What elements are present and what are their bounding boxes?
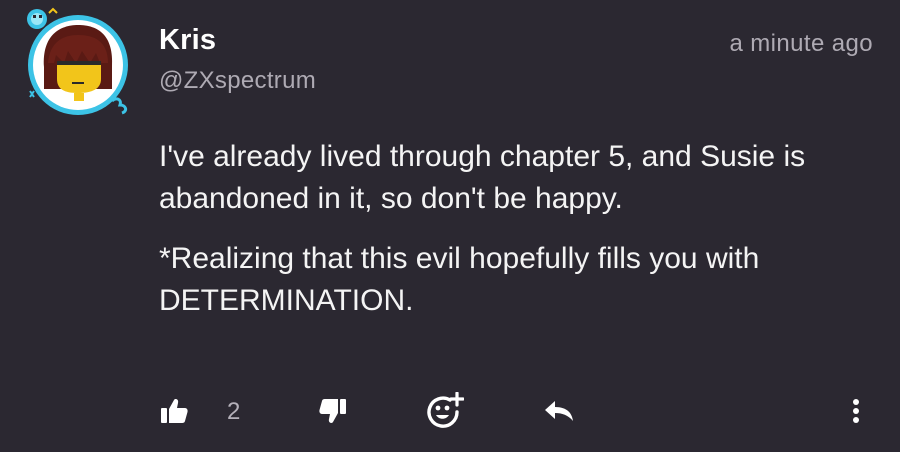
add-reaction-icon — [427, 392, 464, 428]
more-options-button[interactable] — [846, 396, 866, 426]
comment-body: I've already lived through chapter 5, an… — [159, 136, 879, 340]
comment-paragraph: *Realizing that this evil hopefully fill… — [159, 242, 760, 317]
dislike-button[interactable] — [317, 396, 349, 426]
thumbs-down-icon — [319, 399, 346, 423]
action-bar: 2 — [0, 388, 900, 432]
author-name[interactable]: Kris — [159, 24, 216, 57]
comment-paragraph: I've already lived through chapter 5, an… — [159, 140, 806, 215]
avatar[interactable] — [20, 5, 138, 117]
author-handle[interactable]: @ZXspectrum — [159, 67, 316, 95]
reply-button[interactable] — [541, 396, 577, 426]
add-reaction-button[interactable] — [425, 392, 465, 428]
more-vertical-icon — [853, 399, 859, 423]
like-count: 2 — [227, 398, 241, 425]
reply-icon — [545, 401, 573, 421]
thumbs-up-icon — [161, 399, 188, 423]
comment-card: Kris @ZXspectrum a minute ago I've alrea… — [0, 0, 900, 452]
like-button[interactable] — [158, 396, 190, 426]
avatar-image — [27, 7, 128, 115]
timestamp: a minute ago — [729, 30, 873, 57]
